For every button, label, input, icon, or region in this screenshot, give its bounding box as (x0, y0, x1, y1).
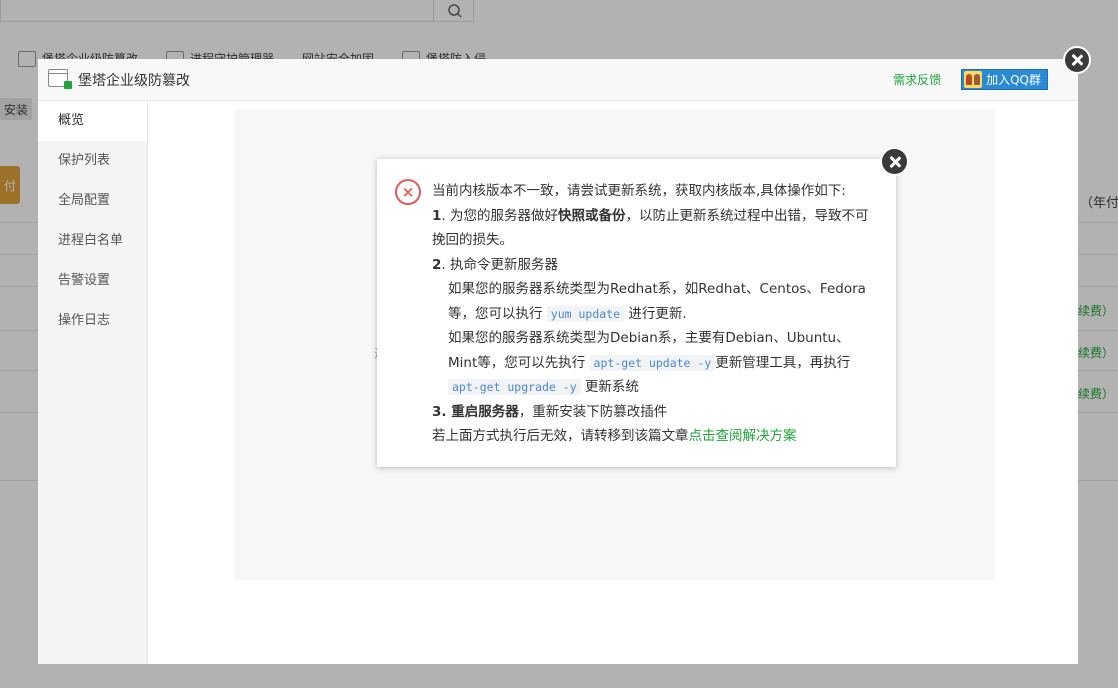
sidebar-item-operation-log[interactable]: 操作日志 (38, 301, 147, 341)
sidebar-item-alert-settings[interactable]: 告警设置 (38, 261, 147, 301)
alert-intro: 当前内核版本不一致，请尝试更新系统，获取内核版本,具体操作如下: (432, 183, 846, 199)
sidebar-item-process-whitelist[interactable]: 进程白名单 (38, 221, 147, 261)
plugin-sidebar: 概览 保护列表 全局配置 进程白名单 告警设置 操作日志 (38, 101, 148, 664)
alert-step-2: 2. 执命令更新服务器 (432, 256, 558, 273)
alert-close-button[interactable] (880, 147, 909, 176)
join-qq-group-label: 加入QQ群 (986, 73, 1041, 87)
alert-debian-instructions: 如果您的服务器系统类型为Debian系，主要有Debian、Ubuntu、Min… (448, 330, 851, 395)
sidebar-item-protection-list[interactable]: 保护列表 (38, 141, 147, 181)
alert-redhat-instructions: 如果您的服务器系统类型为Redhat系，如Redhat、Centos、Fedor… (448, 281, 866, 322)
sidebar-item-overview[interactable]: 概览 (38, 101, 147, 141)
close-icon (889, 156, 901, 168)
yum-update-command: yum update (546, 305, 625, 322)
join-qq-group-button[interactable]: 加入QQ群 (961, 69, 1048, 90)
plugin-window-header: 堡塔企业级防篡改 需求反馈 加入QQ群 (38, 59, 1078, 101)
feedback-link[interactable]: 需求反馈 (893, 71, 941, 88)
apt-get-update-command: apt-get update -y (589, 354, 716, 371)
close-icon (1071, 54, 1083, 66)
apt-get-upgrade-command: apt-get upgrade -y (448, 379, 581, 395)
sidebar-item-global-config[interactable]: 全局配置 (38, 181, 147, 221)
tamper-proof-plugin-icon (48, 68, 72, 91)
alert-step-3: 3. 重启服务器，重新安装下防篡改插件 (432, 403, 668, 420)
error-x-icon: × (395, 179, 421, 205)
solution-link[interactable]: 点击查阅解决方案 (689, 428, 797, 444)
alert-message: 当前内核版本不一致，请尝试更新系统，获取内核版本,具体操作如下: 1. 为您的服… (432, 179, 876, 449)
plugin-window-title: 堡塔企业级防篡改 (78, 72, 190, 89)
alert-step-1: 1. 为您的服务器做好快照或备份，以防止更新系统过程中出错，导致不可挽回的损失。 (432, 207, 869, 249)
qq-group-icon (964, 71, 983, 88)
plugin-window-close-button[interactable] (1063, 46, 1091, 74)
kernel-version-alert-dialog: × 当前内核版本不一致，请尝试更新系统，获取内核版本,具体操作如下: 1. 为您… (377, 159, 896, 467)
alert-footer: 若上面方式执行后无效，请转移到该篇文章点击查阅解决方案 (432, 428, 797, 444)
